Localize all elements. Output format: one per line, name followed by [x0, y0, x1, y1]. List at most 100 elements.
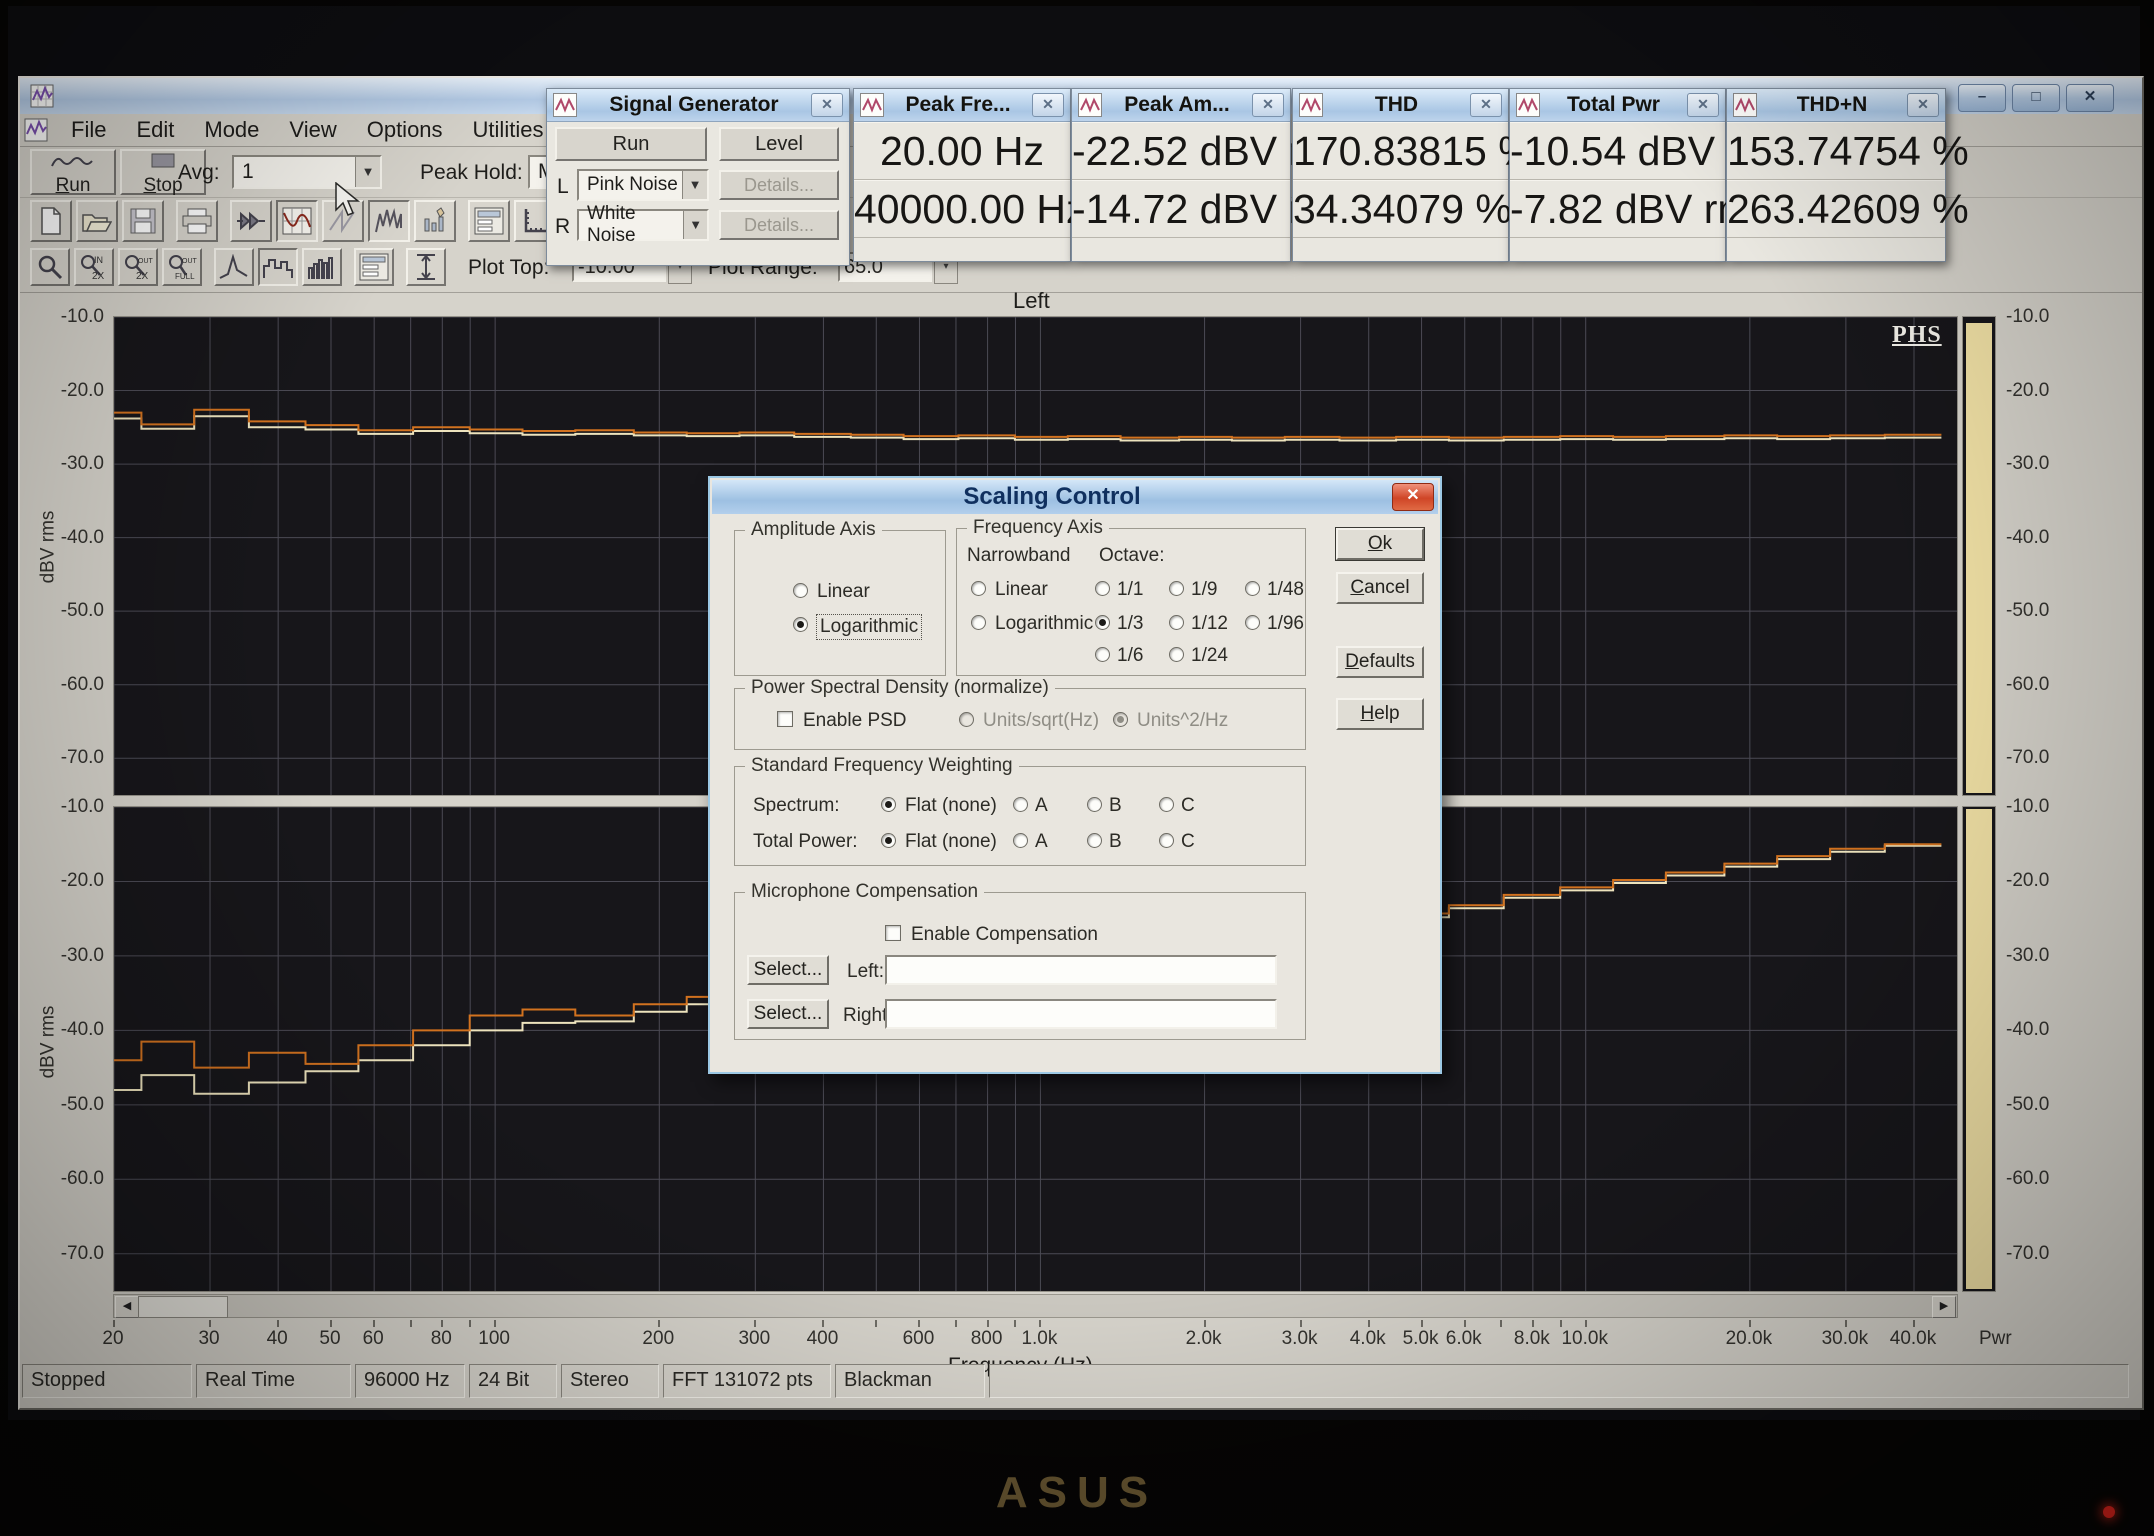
- octave-1-12-label[interactable]: 1/12: [1191, 613, 1228, 635]
- octave-1-3-radio[interactable]: [1095, 615, 1110, 630]
- menu-item-view[interactable]: View: [274, 117, 351, 143]
- frequency-logarithmic-radio[interactable]: [971, 615, 986, 630]
- menu-item-edit[interactable]: Edit: [121, 117, 189, 143]
- window-close-button[interactable]: ✕: [2066, 84, 2114, 112]
- select-left-mic-button[interactable]: Select...: [747, 955, 829, 985]
- signal-generator-close-icon[interactable]: ✕: [811, 93, 843, 117]
- octave-1-96-label[interactable]: 1/96: [1267, 613, 1304, 635]
- enable-compensation-label[interactable]: Enable Compensation: [911, 924, 1098, 946]
- octave-1-1-radio[interactable]: [1095, 581, 1110, 596]
- total-power-flat-radio[interactable]: [881, 833, 896, 848]
- octave-1-96-radio[interactable]: [1245, 615, 1260, 630]
- step-curve-button[interactable]: [258, 248, 298, 286]
- spectrogram-view-button[interactable]: [368, 200, 410, 242]
- units-squared-hz-radio[interactable]: [1113, 712, 1128, 727]
- ok-button[interactable]: Ok: [1336, 528, 1424, 560]
- generator-left-details-button[interactable]: Details...: [719, 170, 839, 200]
- generator-left-signal-dropdown[interactable]: Pink Noise ▼: [577, 169, 709, 201]
- spectrum-b-radio[interactable]: [1087, 797, 1102, 812]
- octave-1-24-label[interactable]: 1/24: [1191, 645, 1228, 667]
- generator-right-signal-dropdown[interactable]: White Noise ▼: [577, 209, 709, 241]
- save-button[interactable]: [122, 200, 164, 242]
- spectrum-c-label[interactable]: C: [1181, 795, 1195, 817]
- spectrum-flat-label[interactable]: Flat (none): [905, 795, 997, 817]
- total-power-flat-label[interactable]: Flat (none): [905, 831, 997, 853]
- bar-graph-button[interactable]: [302, 248, 342, 286]
- frequency-linear-label[interactable]: Linear: [995, 579, 1048, 601]
- octave-1-24-radio[interactable]: [1169, 647, 1184, 662]
- amplitude-linear-radio[interactable]: [793, 583, 808, 598]
- spectrum-b-label[interactable]: B: [1109, 795, 1122, 817]
- mic-right-file-input[interactable]: [885, 999, 1277, 1029]
- octave-1-48-label[interactable]: 1/48: [1267, 579, 1304, 601]
- meter-close-icon[interactable]: ✕: [1032, 93, 1064, 117]
- octave-1-9-label[interactable]: 1/9: [1191, 579, 1217, 601]
- amplitude-range-button[interactable]: [406, 248, 446, 286]
- octave-1-9-radio[interactable]: [1169, 581, 1184, 596]
- frequency-scrollbar[interactable]: ◀ ▶: [113, 1294, 1958, 1318]
- octave-1-3-label[interactable]: 1/3: [1117, 613, 1143, 635]
- frequency-linear-radio[interactable]: [971, 581, 986, 596]
- total-power-a-label[interactable]: A: [1035, 831, 1048, 853]
- time-series-view-button[interactable]: [276, 200, 318, 242]
- dialog-close-icon[interactable]: ✕: [1392, 483, 1434, 511]
- spectrum-a-radio[interactable]: [1013, 797, 1028, 812]
- generator-left-dropdown-arrow-icon[interactable]: ▼: [682, 171, 707, 199]
- octave-1-1-label[interactable]: 1/1: [1117, 579, 1143, 601]
- frequency-logarithmic-label[interactable]: Logarithmic: [995, 613, 1093, 635]
- amplitude-logarithmic-radio[interactable]: [793, 617, 808, 632]
- fast-forward-button[interactable]: [230, 200, 272, 242]
- zoom-full-button[interactable]: OUTFULL: [162, 248, 202, 286]
- peak-curve-button[interactable]: [214, 248, 254, 286]
- open-file-button[interactable]: [76, 200, 118, 242]
- scrollbar-thumb[interactable]: [138, 1296, 228, 1318]
- meter-close-icon[interactable]: ✕: [1687, 93, 1719, 117]
- octave-1-6-radio[interactable]: [1095, 647, 1110, 662]
- generator-right-dropdown-arrow-icon[interactable]: ▼: [683, 211, 707, 239]
- generator-level-button[interactable]: Level: [719, 127, 839, 161]
- units-sqrt-hz-radio[interactable]: [959, 712, 974, 727]
- spectrum-a-label[interactable]: A: [1035, 795, 1048, 817]
- cancel-button[interactable]: Cancel: [1336, 572, 1424, 604]
- enable-psd-label[interactable]: Enable PSD: [803, 710, 907, 732]
- control-panel-button[interactable]: [468, 200, 510, 242]
- select-right-mic-button[interactable]: Select...: [747, 999, 829, 1029]
- total-power-b-label[interactable]: B: [1109, 831, 1122, 853]
- enable-compensation-checkbox[interactable]: [885, 925, 901, 941]
- generator-right-details-button[interactable]: Details...: [719, 210, 839, 240]
- enable-psd-checkbox[interactable]: [777, 711, 793, 727]
- zoom-button[interactable]: [30, 248, 70, 286]
- help-button[interactable]: Help: [1336, 698, 1424, 730]
- amplitude-logarithmic-label[interactable]: Logarithmic: [817, 615, 921, 639]
- scrollbar-left-arrow[interactable]: ◀: [115, 1296, 139, 1318]
- window-minimize-button[interactable]: –: [1958, 84, 2006, 112]
- menu-item-file[interactable]: File: [56, 117, 121, 143]
- amplitude-linear-label[interactable]: Linear: [817, 581, 870, 603]
- octave-1-6-label[interactable]: 1/6: [1117, 645, 1143, 667]
- new-file-button[interactable]: [30, 200, 72, 242]
- scrollbar-right-arrow[interactable]: ▶: [1932, 1296, 1956, 1318]
- meter-close-icon[interactable]: ✕: [1470, 93, 1502, 117]
- defaults-button[interactable]: Defaults: [1336, 646, 1424, 678]
- menu-item-mode[interactable]: Mode: [189, 117, 274, 143]
- total-power-c-label[interactable]: C: [1181, 831, 1195, 853]
- display-options-button[interactable]: [354, 248, 394, 286]
- generator-run-button[interactable]: Run: [555, 127, 707, 161]
- total-power-c-radio[interactable]: [1159, 833, 1174, 848]
- run-button[interactable]: Run: [30, 149, 116, 195]
- spectrum-flat-radio[interactable]: [881, 797, 896, 812]
- menu-item-utilities[interactable]: Utilities: [458, 117, 559, 143]
- octave-1-48-radio[interactable]: [1245, 581, 1260, 596]
- mic-left-file-input[interactable]: [885, 955, 1277, 985]
- utility-view-button[interactable]: [414, 200, 456, 242]
- zoom-in-2x-button[interactable]: IN2X: [74, 248, 114, 286]
- zoom-out-2x-button[interactable]: OUT2X: [118, 248, 158, 286]
- spectrum-c-radio[interactable]: [1159, 797, 1174, 812]
- meter-close-icon[interactable]: ✕: [1907, 93, 1939, 117]
- window-maximize-button[interactable]: □: [2012, 84, 2060, 112]
- total-power-b-radio[interactable]: [1087, 833, 1102, 848]
- print-button[interactable]: [176, 200, 218, 242]
- meter-close-icon[interactable]: ✕: [1252, 93, 1284, 117]
- menu-item-options[interactable]: Options: [352, 117, 458, 143]
- total-power-a-radio[interactable]: [1013, 833, 1028, 848]
